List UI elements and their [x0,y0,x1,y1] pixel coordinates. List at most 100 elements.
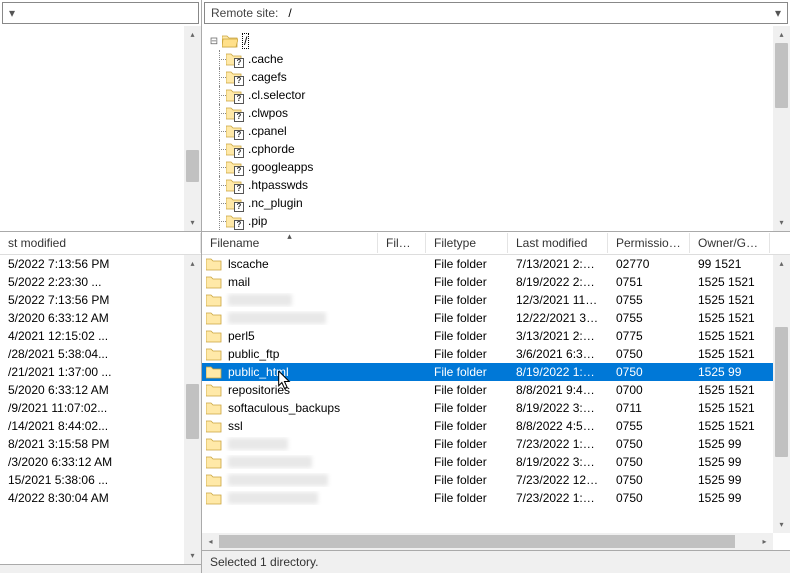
scrollbar-vertical[interactable]: ▴ ▾ [184,26,201,231]
remote-site-input[interactable] [284,4,769,22]
folder-icon: ? [226,160,242,174]
cell-filename-text: public_html [228,365,289,379]
table-row[interactable]: File folder 7/23/2022 1:11:... 0750 1525… [202,435,790,453]
list-item[interactable]: 5/2022 2:23:30 ... [0,273,201,291]
cell-filetype: File folder [426,347,508,361]
chevron-down-icon[interactable]: ▾ [769,3,787,23]
scroll-up-button[interactable]: ▴ [184,255,201,272]
table-row[interactable]: ssl File folder 8/8/2022 4:56:3... 0755 … [202,417,790,435]
column-filesize[interactable]: Filesize [378,233,426,253]
tree-root-row[interactable]: ⊟ / [208,32,790,50]
tree-item[interactable]: ? .pip [208,212,790,230]
table-row[interactable]: public_html File folder 8/19/2022 1:41:.… [202,363,790,381]
list-item[interactable]: 8/2021 3:15:58 PM [0,435,201,453]
remote-file-list[interactable]: lscache File folder 7/13/2021 2:57:... 0… [202,255,790,550]
cell-permissions: 0751 [608,275,690,289]
folder-icon: ? [226,124,242,138]
local-tree-body[interactable]: ▴ ▾ [0,26,201,231]
table-row[interactable]: File folder 7/23/2022 12:5... 0750 1525 … [202,471,790,489]
column-filetype[interactable]: Filetype [426,233,508,253]
list-item[interactable]: /21/2021 1:37:00 ... [0,363,201,381]
column-filename[interactable]: Filename▴ [202,233,378,253]
local-site-field[interactable]: ▾ [2,2,199,24]
folder-icon [206,401,222,415]
scroll-left-button[interactable]: ◂ [202,533,219,550]
list-item[interactable]: 4/2021 12:15:02 ... [0,327,201,345]
table-row[interactable]: File folder 12/22/2021 3:1... 0755 1525 … [202,309,790,327]
tree-item[interactable]: ? .googleapps [208,158,790,176]
column-last-modified[interactable]: Last modified [508,233,608,253]
list-item[interactable]: /3/2020 6:33:12 AM [0,453,201,471]
cell-last-modified: 8/19/2022 1:41:... [508,365,608,379]
scroll-up-button[interactable]: ▴ [773,26,790,43]
cell-filetype: File folder [426,311,508,325]
list-item[interactable]: /28/2021 5:38:04... [0,345,201,363]
column-owner-group[interactable]: Owner/Group [690,233,770,253]
cell-last-modified: 12/3/2021 11:4... [508,293,608,307]
question-badge-icon: ? [234,130,244,140]
tree-item[interactable]: ? .nc_plugin [208,194,790,212]
list-item[interactable]: 3/2020 6:33:12 AM [0,309,201,327]
scrollbar-vertical[interactable]: ▴ ▾ [773,255,790,533]
scrollbar-horizontal[interactable]: ◂ ▸ [202,533,773,550]
list-item[interactable]: 5/2022 7:13:56 PM [0,255,201,273]
column-permissions[interactable]: Permissions [608,233,690,253]
cell-permissions: 0755 [608,311,690,325]
cell-filename-text: perl5 [228,329,255,343]
remote-site-field[interactable]: Remote site: ▾ [204,2,788,24]
scrollbar-vertical[interactable]: ▴ ▾ [184,255,201,564]
table-row[interactable]: File folder 12/3/2021 11:4... 0755 1525 … [202,291,790,309]
list-item[interactable]: 4/2022 8:30:04 AM [0,489,201,507]
scroll-down-button[interactable]: ▾ [773,214,790,231]
tree-item[interactable]: ? .cl.selector [208,86,790,104]
tree-item[interactable]: ? .cagefs [208,68,790,86]
cell-filename [202,293,378,307]
folder-icon: ? [226,106,242,120]
cell-owner-group: 1525 99 [690,437,770,451]
table-row[interactable]: File folder 8/19/2022 3:45:... 0750 1525… [202,453,790,471]
collapse-icon[interactable]: ⊟ [208,36,220,47]
scroll-down-button[interactable]: ▾ [773,516,790,533]
table-row[interactable]: perl5 File folder 3/13/2021 2:02:... 077… [202,327,790,345]
cell-last-modified: 8/19/2022 3:45:... [508,455,608,469]
tree-item-label: .cagefs [246,70,289,84]
cell-permissions: 0711 [608,401,690,415]
list-item[interactable]: 5/2022 7:13:56 PM [0,291,201,309]
list-item[interactable]: /14/2021 8:44:02... [0,417,201,435]
tree-item[interactable]: ? .cache [208,50,790,68]
table-row[interactable]: softaculous_backups File folder 8/19/202… [202,399,790,417]
list-item[interactable]: 15/2021 5:38:06 ... [0,471,201,489]
remote-tree-body[interactable]: ⊟ / ? .cache [202,26,790,231]
scroll-down-button[interactable]: ▾ [184,547,201,564]
table-row[interactable]: File folder 7/23/2022 1:11:... 0750 1525… [202,489,790,507]
tree-item[interactable]: ? .clwpos [208,104,790,122]
cell-owner-group: 1525 99 [690,473,770,487]
scroll-down-button[interactable]: ▾ [184,214,201,231]
tree-item[interactable]: ? .cphorde [208,140,790,158]
cell-last-modified: 7/23/2022 1:11:... [508,491,608,505]
local-file-list[interactable]: 5/2022 7:13:56 PM 5/2022 2:23:30 ... 5/2… [0,255,201,564]
chevron-down-icon[interactable]: ▾ [3,3,21,23]
table-row[interactable]: lscache File folder 7/13/2021 2:57:... 0… [202,255,790,273]
cell-permissions: 0750 [608,491,690,505]
scroll-up-button[interactable]: ▴ [773,255,790,272]
cell-filename [202,455,378,469]
tree-item[interactable]: ? .htpasswds [208,176,790,194]
scrollbar-vertical[interactable]: ▴ ▾ [773,26,790,231]
column-last-modified[interactable]: st modified [0,233,201,253]
list-item[interactable]: /9/2021 11:07:02... [0,399,201,417]
list-item[interactable]: 5/2020 6:33:12 AM [0,381,201,399]
table-row[interactable]: repositories File folder 8/8/2021 9:42:0… [202,381,790,399]
local-list-pane: st modified 5/2022 7:13:56 PM 5/2022 2:2… [0,232,202,573]
scroll-up-button[interactable]: ▴ [184,26,201,43]
cell-filename: softaculous_backups [202,401,378,415]
folder-icon: ? [226,196,242,210]
scroll-right-button[interactable]: ▸ [756,533,773,550]
table-row[interactable]: public_ftp File folder 3/6/2021 6:36:2..… [202,345,790,363]
table-row[interactable]: mail File folder 8/19/2022 2:23:... 0751… [202,273,790,291]
local-column-headers[interactable]: st modified [0,232,201,255]
tree-item[interactable]: ? .cpanel [208,122,790,140]
folder-icon [206,473,222,487]
remote-column-headers[interactable]: Filename▴ Filesize Filetype Last modifie… [202,232,790,255]
cell-last-modified: 8/19/2022 3:46:... [508,401,608,415]
